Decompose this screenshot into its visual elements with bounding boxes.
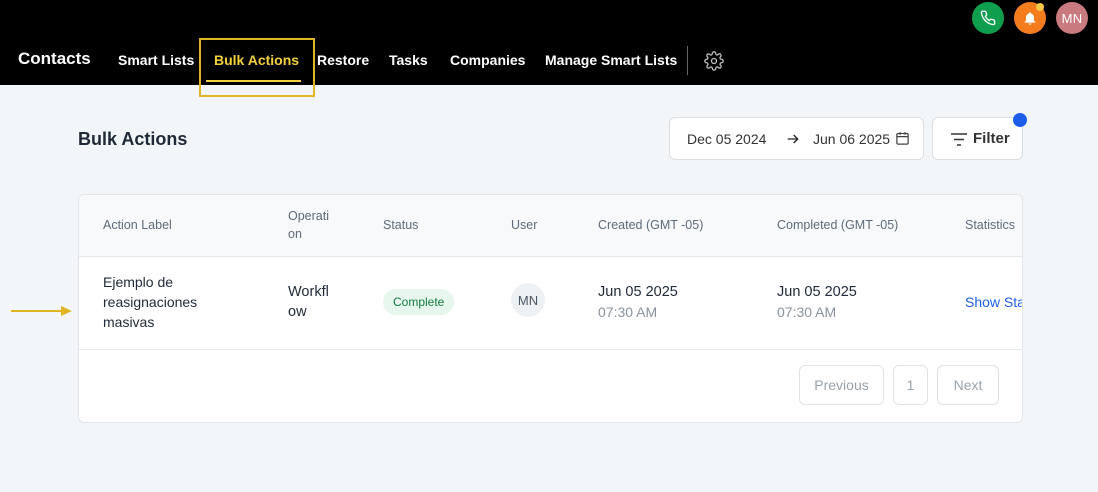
bulk-actions-table: Action Label Operati on Status User Crea…	[78, 194, 1023, 423]
nav-divider	[687, 46, 688, 75]
operation-line1: Workfl	[288, 284, 329, 300]
filter-button[interactable]: Filter	[932, 117, 1023, 160]
action-label-line2: reasignaciones	[103, 294, 198, 310]
tab-restore[interactable]: Restore	[317, 52, 369, 68]
completed-time: 07:30 AM	[777, 304, 837, 320]
filter-label: Filter	[973, 130, 1010, 147]
date-range-start[interactable]: Dec 05 2024	[687, 131, 766, 147]
page-title: Bulk Actions	[78, 129, 188, 149]
highlight-annotation	[199, 38, 315, 97]
tab-tasks[interactable]: Tasks	[389, 52, 428, 68]
calendar-icon[interactable]	[895, 131, 910, 146]
table-row: Ejemplo de reasignaciones masivas Workfl…	[79, 257, 1022, 350]
next-page-button[interactable]: Next	[937, 365, 999, 405]
status-badge: Complete	[383, 289, 455, 315]
header-operation-line2: on	[288, 227, 302, 241]
tab-manage-smart-lists[interactable]: Manage Smart Lists	[545, 52, 677, 68]
notification-dot	[1036, 3, 1044, 11]
table-header: Action Label Operati on Status User Crea…	[79, 195, 1022, 257]
tab-companies[interactable]: Companies	[450, 52, 525, 68]
completed-date: Jun 05 2025	[777, 284, 857, 300]
notification-bell-icon[interactable]	[1014, 2, 1046, 34]
user-avatar[interactable]: MN	[1056, 2, 1088, 34]
created-date: Jun 05 2025	[598, 284, 678, 300]
phone-icon[interactable]	[972, 2, 1004, 34]
app-title: Contacts	[18, 49, 91, 68]
action-label-line1: Ejemplo de	[103, 274, 174, 290]
page-number-button[interactable]: 1	[893, 365, 928, 405]
header-statistics: Statistics	[965, 218, 1016, 232]
top-navigation-bar: MN Contacts Smart Lists Bulk Actions Res…	[0, 0, 1098, 97]
header-created: Created (GMT -05)	[598, 218, 704, 232]
header-completed: Completed (GMT -05)	[777, 218, 899, 232]
date-range-picker[interactable]: Dec 05 2024 Jun 06 2025	[669, 117, 924, 160]
top-right-icons: MN	[972, 2, 1088, 34]
filter-icon	[951, 133, 967, 146]
created-time: 07:30 AM	[598, 304, 658, 320]
header-status: Status	[383, 218, 419, 232]
date-range-end[interactable]: Jun 06 2025	[813, 131, 890, 147]
arrow-right-icon	[787, 134, 799, 144]
action-label-line3: masivas	[103, 314, 155, 330]
show-statistics-link[interactable]: Show Sta	[965, 294, 1022, 310]
header-user: User	[511, 218, 538, 232]
arrow-annotation-icon	[11, 306, 72, 316]
previous-page-button[interactable]: Previous	[799, 365, 884, 405]
header-operation-line1: Operati	[288, 209, 329, 223]
filter-active-dot	[1013, 113, 1027, 127]
tab-smart-lists[interactable]: Smart Lists	[118, 52, 194, 68]
operation-line2: ow	[288, 304, 307, 320]
header-action-label: Action Label	[103, 218, 172, 232]
settings-gear-icon[interactable]	[704, 51, 724, 71]
user-avatar-cell: MN	[511, 283, 545, 317]
